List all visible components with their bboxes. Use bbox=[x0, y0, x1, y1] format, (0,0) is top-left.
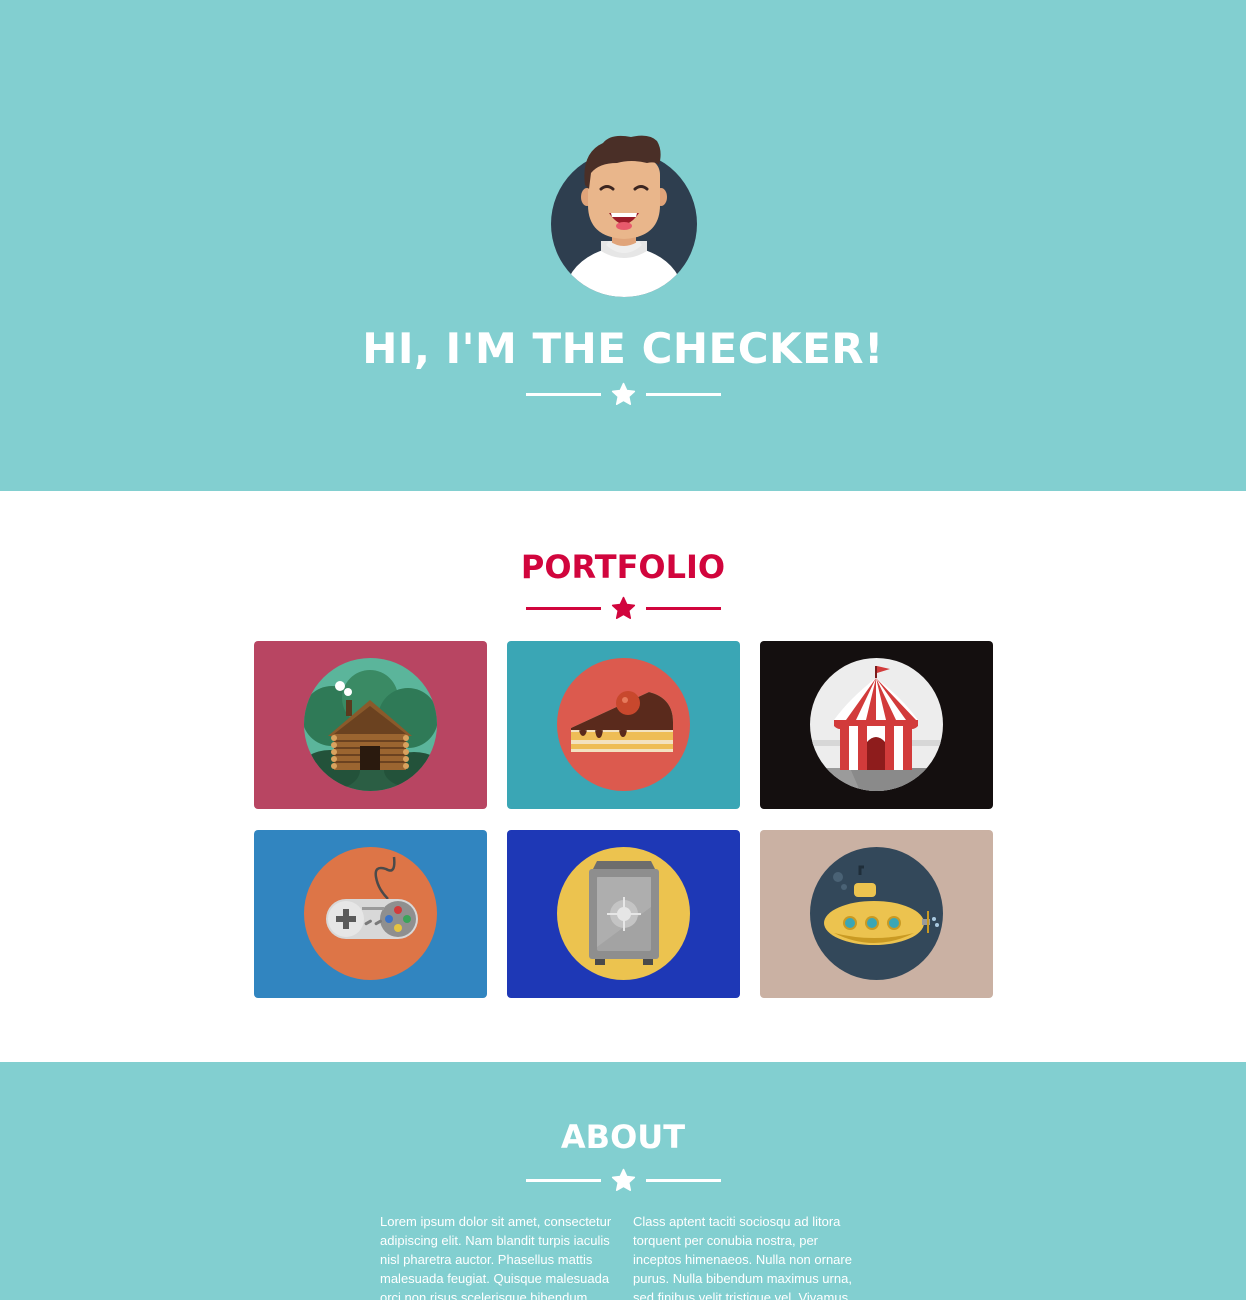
cake-slice-icon bbox=[557, 658, 690, 791]
smiling-man-avatar-icon bbox=[551, 135, 697, 297]
star-icon bbox=[611, 1168, 636, 1191]
about-section: ABOUT Lorem ipsum dolor sit amet, consec… bbox=[0, 1062, 1246, 1305]
hero-divider bbox=[526, 382, 721, 408]
portfolio-item-cake[interactable] bbox=[507, 641, 740, 809]
portfolio-item-safe[interactable] bbox=[507, 830, 740, 998]
portfolio-title: PORTFOLIO bbox=[520, 548, 726, 586]
about-text-left: Lorem ipsum dolor sit amet, consectetur … bbox=[380, 1214, 612, 1305]
hero-title: HI, I'M THE CHECKER! bbox=[362, 324, 884, 373]
portfolio-item-submarine[interactable] bbox=[760, 830, 993, 998]
about-text-right: Class aptent taciti sociosqu ad litora t… bbox=[633, 1214, 852, 1305]
star-icon bbox=[611, 382, 636, 405]
portfolio-item-circus[interactable] bbox=[760, 641, 993, 809]
hero-section: HI, I'M THE CHECKER! bbox=[0, 0, 1246, 491]
safe-icon bbox=[557, 847, 690, 980]
log-cabin-icon bbox=[304, 658, 437, 791]
submarine-icon bbox=[810, 847, 943, 980]
portfolio-divider bbox=[526, 596, 721, 622]
portfolio-item-cabin[interactable] bbox=[254, 641, 487, 809]
about-divider bbox=[526, 1168, 721, 1194]
about-title: ABOUT bbox=[560, 1118, 686, 1156]
portfolio-item-controller[interactable] bbox=[254, 830, 487, 998]
circus-tent-icon bbox=[810, 658, 943, 791]
game-controller-icon bbox=[304, 847, 437, 980]
star-icon bbox=[611, 596, 636, 619]
